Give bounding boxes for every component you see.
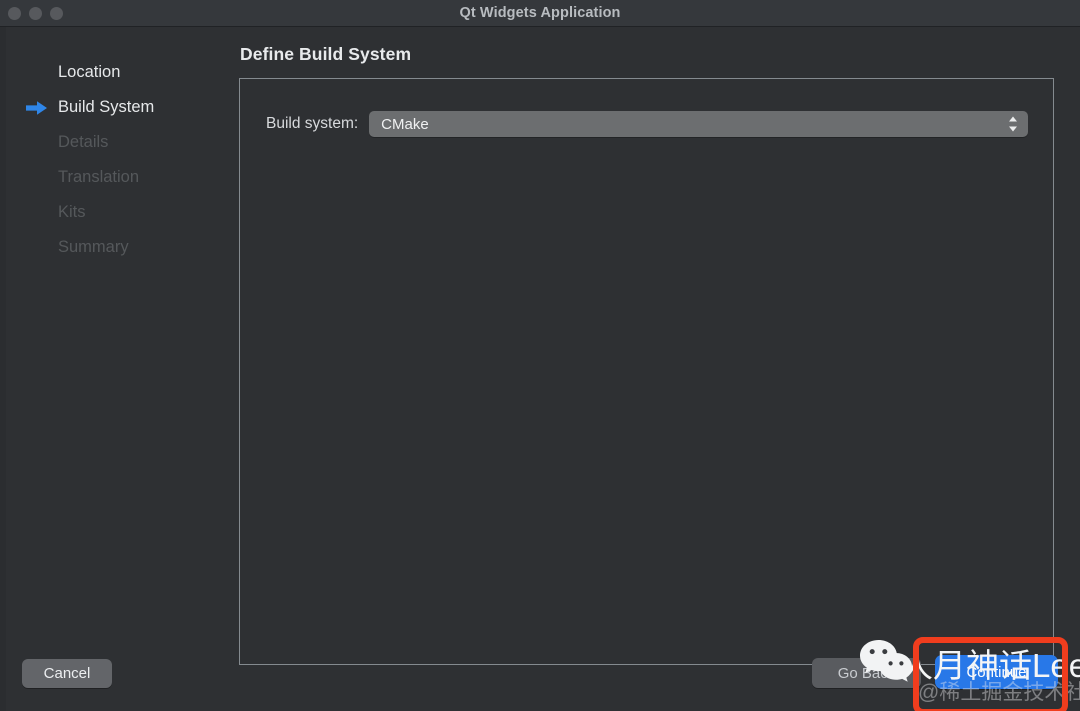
sidebar-item-location[interactable]: Location <box>22 55 222 90</box>
sidebar-item-label: Location <box>58 63 121 81</box>
sidebar-item-label: Details <box>58 133 109 151</box>
qt-wizard-window: Qt Widgets Application Location Build Sy… <box>0 0 1080 711</box>
window-title: Qt Widgets Application <box>459 5 621 21</box>
go-back-button[interactable]: Go Back <box>812 658 921 688</box>
build-system-combobox[interactable]: CMake <box>369 111 1028 137</box>
content-frame: Build system: CMake <box>239 78 1054 665</box>
wizard-step-list: Location Build System Details Translatio… <box>22 55 222 265</box>
build-system-field-row: Build system: CMake <box>266 111 1028 137</box>
sidebar-item-label: Summary <box>58 238 129 256</box>
sidebar-item-summary[interactable]: Summary <box>22 230 222 265</box>
wizard-dialog: Location Build System Details Translatio… <box>0 27 1080 711</box>
title-bar: Qt Widgets Application <box>0 0 1080 27</box>
sidebar-item-kits[interactable]: Kits <box>22 195 222 230</box>
right-arrow-icon <box>26 100 48 116</box>
sidebar-item-translation[interactable]: Translation <box>22 160 222 195</box>
sidebar-item-label: Translation <box>58 168 140 186</box>
sidebar-item-details[interactable]: Details <box>22 125 222 160</box>
sidebar-item-label: Build System <box>58 98 155 116</box>
sidebar-item-build-system[interactable]: Build System <box>22 90 222 125</box>
sidebar-item-label: Kits <box>58 203 86 221</box>
continue-button[interactable]: Continue <box>935 655 1058 689</box>
up-down-chevron-icon <box>1007 115 1019 133</box>
left-edge-strip <box>0 27 6 711</box>
build-system-label: Build system: <box>266 115 359 132</box>
build-system-value: CMake <box>381 115 429 133</box>
page-title: Define Build System <box>240 44 412 64</box>
cancel-button[interactable]: Cancel <box>22 659 112 688</box>
